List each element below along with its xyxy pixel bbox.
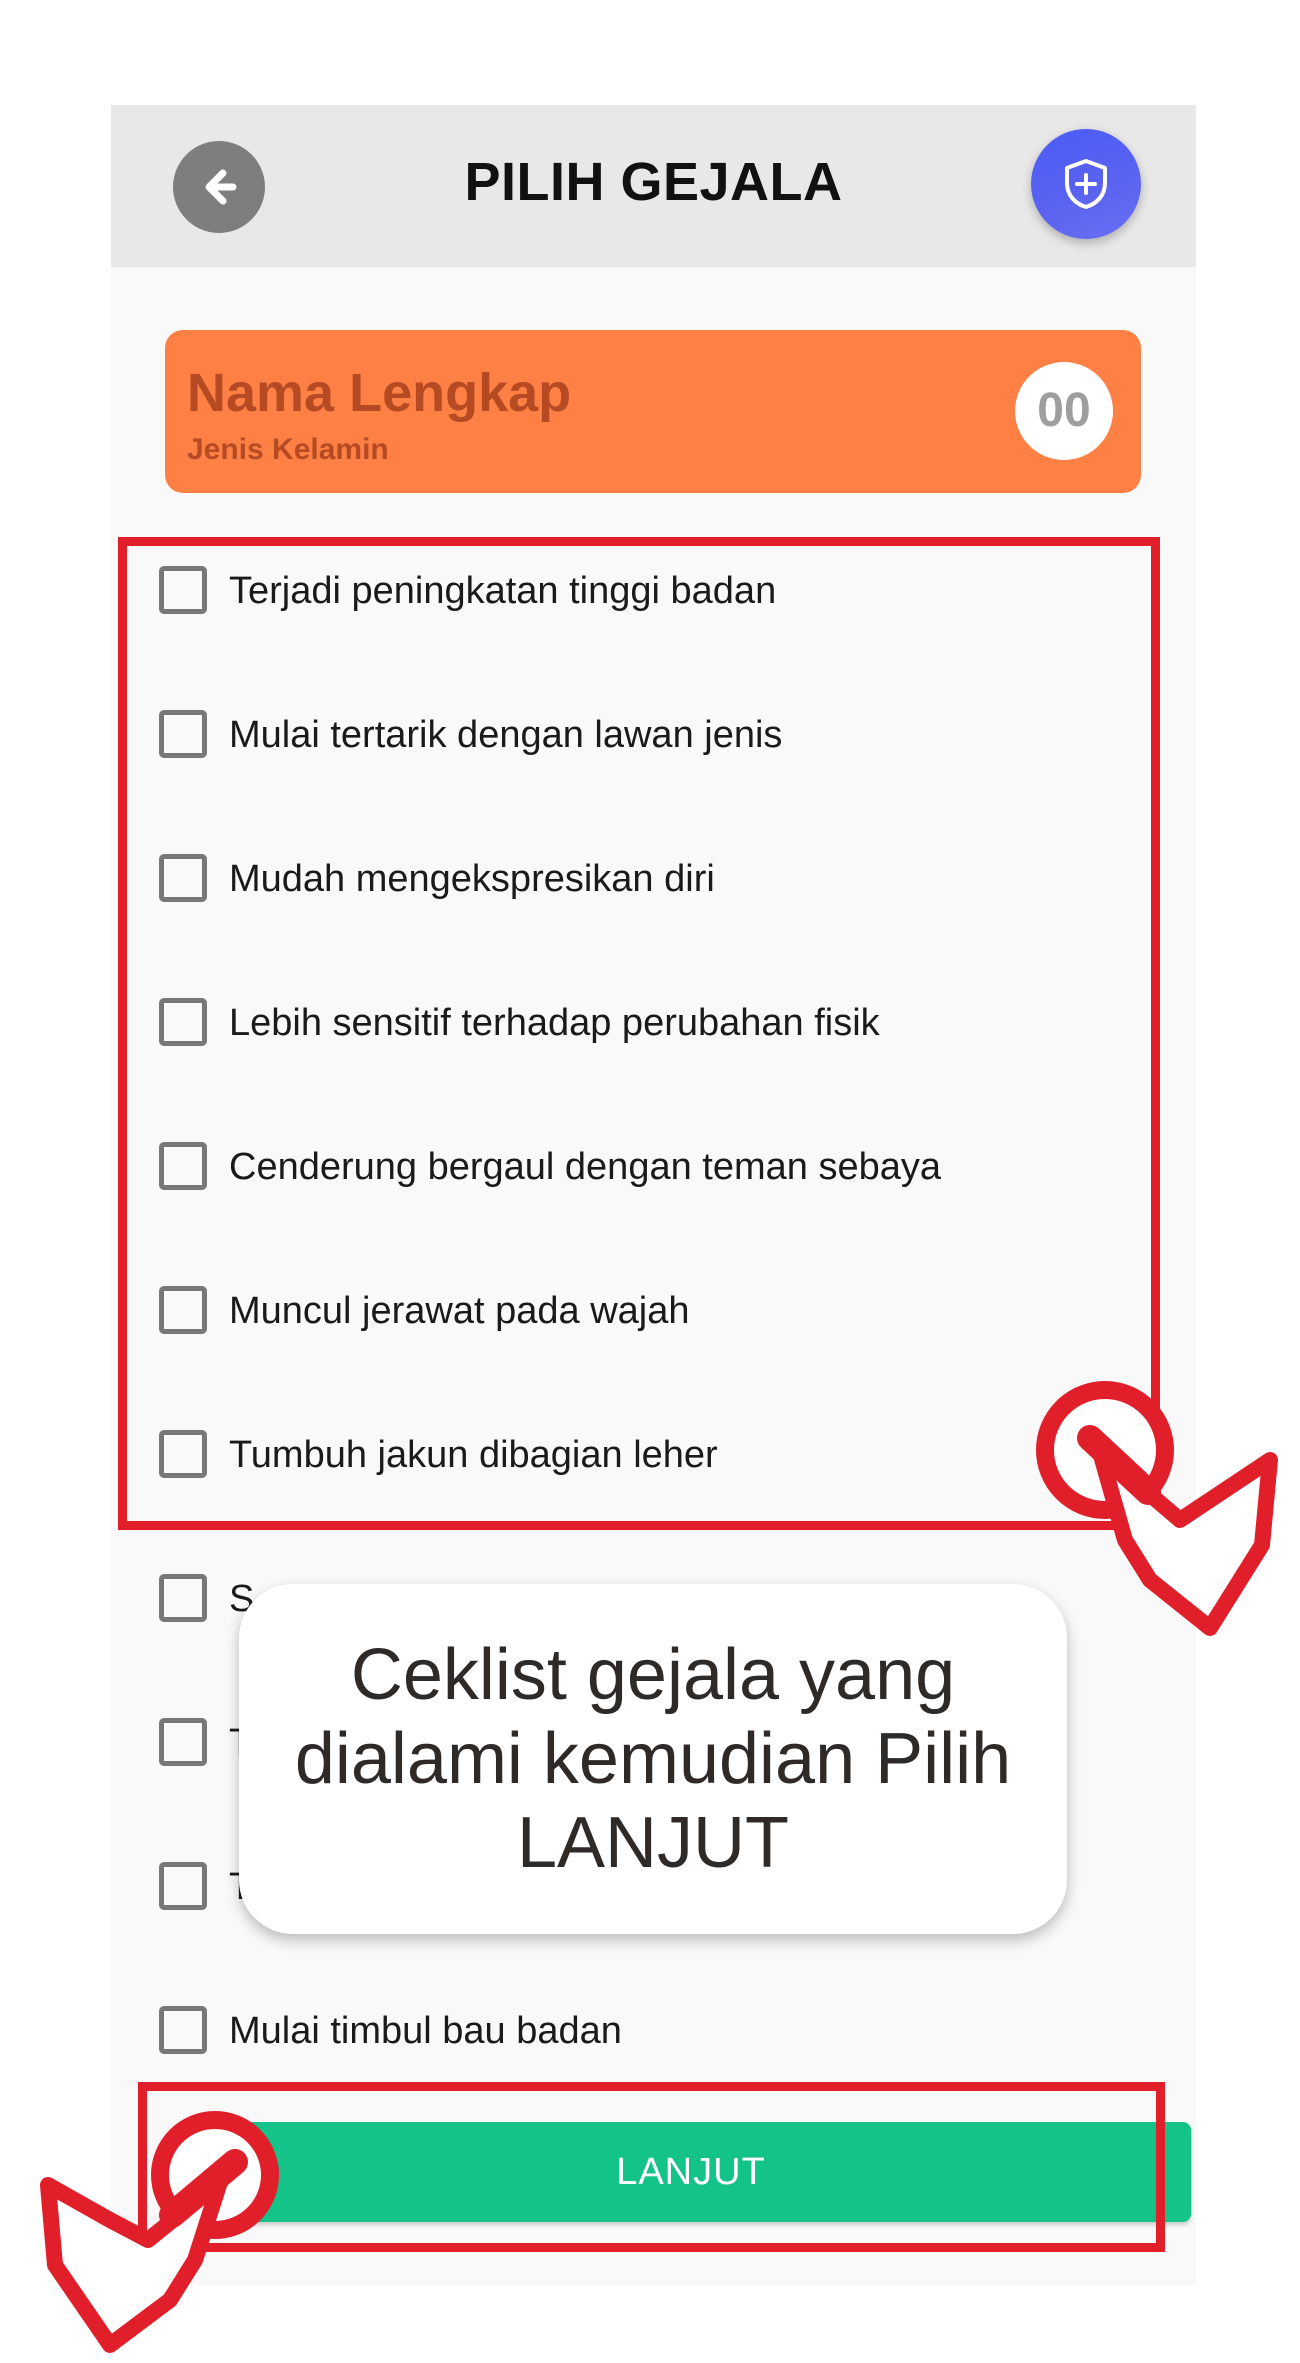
profile-name: Nama Lengkap	[187, 363, 572, 423]
profile-card: Nama Lengkap Jenis Kelamin 00	[165, 330, 1141, 493]
tooltip-text: Ceklist gejala yang dialami kemudian Pil…	[294, 1635, 1012, 1883]
shield-button[interactable]	[1031, 129, 1141, 239]
instruction-tooltip: Ceklist gejala yang dialami kemudian Pil…	[239, 1584, 1067, 1934]
checkbox[interactable]	[159, 1862, 207, 1910]
symptom-list-highlight	[118, 537, 1160, 1530]
shield-plus-icon	[1065, 159, 1107, 209]
button-highlight	[138, 2082, 1165, 2252]
checkbox[interactable]	[159, 1718, 207, 1766]
hand-pointer-icon	[1036, 1381, 1278, 1636]
symptom-item[interactable]: Mulai timbul bau badan	[159, 2002, 1159, 2062]
hand-pointer-icon	[40, 2111, 279, 2353]
symptom-count-badge: 00	[1015, 362, 1113, 460]
symptom-label: Mulai timbul bau badan	[229, 2010, 622, 2052]
checkbox[interactable]	[159, 1574, 207, 1622]
app-bar: PILIH GEJALA	[111, 105, 1196, 267]
profile-gender: Jenis Kelamin	[187, 433, 389, 466]
checkbox[interactable]	[159, 2006, 207, 2054]
